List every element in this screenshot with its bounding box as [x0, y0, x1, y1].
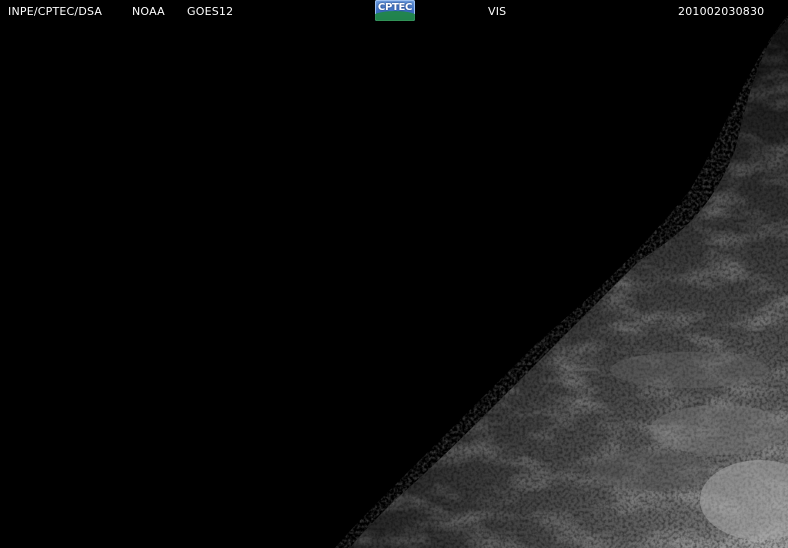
logo-text: CPTEC [377, 2, 413, 13]
satellite-label: GOES12 [187, 5, 234, 18]
noaa-label: NOAA [132, 5, 165, 18]
cptec-logo-icon: CPTEC [375, 0, 415, 21]
satellite-visible-image [0, 0, 788, 548]
timestamp-label: 201002030830 [678, 5, 765, 18]
satellite-image-viewer: INPE/CPTEC/DSA NOAA GOES12 CPTEC VIS 201… [0, 0, 788, 548]
channel-label: VIS [488, 5, 507, 18]
agency-label: INPE/CPTEC/DSA [8, 5, 103, 18]
